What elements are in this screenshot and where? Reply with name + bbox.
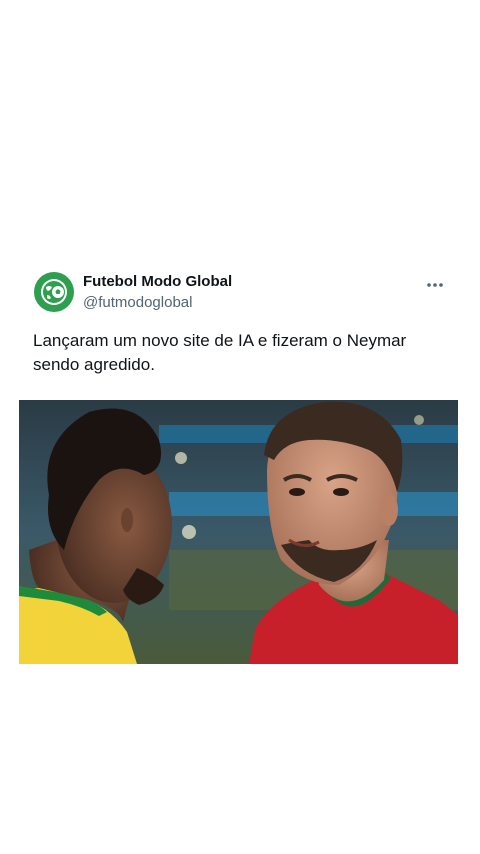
avatar[interactable]	[34, 272, 74, 312]
author-handle[interactable]: @futmodoglobal	[83, 293, 232, 313]
tweet-header: Futebol Modo Global @futmodoglobal	[34, 272, 454, 316]
photo-illustration	[19, 400, 458, 664]
tweet-text: Lançaram um novo site de IA e fizeram o …	[33, 331, 407, 374]
more-options-button[interactable]	[424, 278, 446, 292]
screen: Futebol Modo Global @futmodoglobal Lança…	[0, 0, 480, 854]
author-display-name[interactable]: Futebol Modo Global	[83, 273, 232, 291]
tweet-photo[interactable]	[19, 400, 458, 664]
soccer-ball-globe-icon	[41, 279, 67, 305]
more-options-icon	[427, 283, 443, 287]
author-names: Futebol Modo Global @futmodoglobal	[83, 273, 232, 313]
